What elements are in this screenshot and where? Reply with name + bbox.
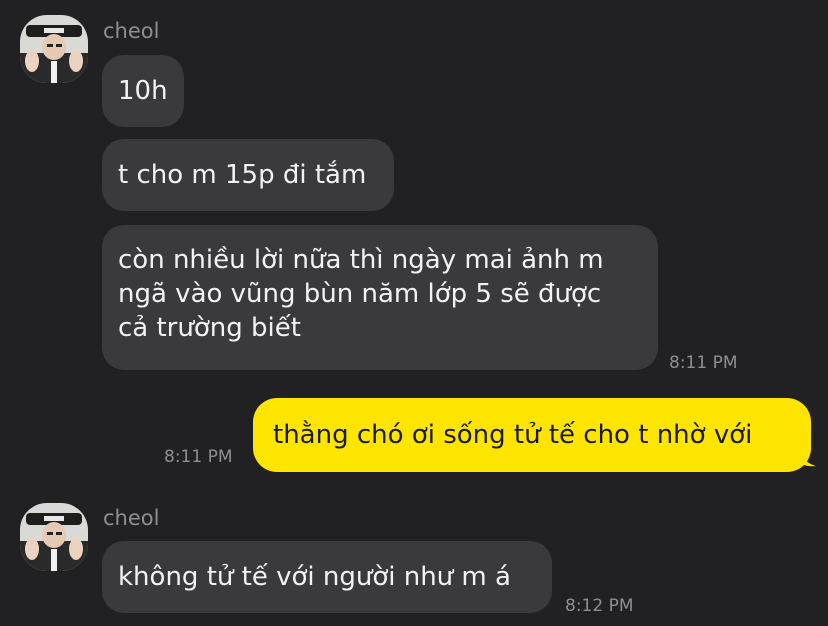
message-bubble[interactable]: còn nhiều lời nữa thì ngày mai ảnh m ngã… [102, 225, 658, 370]
message-text: không tử tế với người như m á [118, 562, 511, 592]
message-timestamp: 8:11 PM [164, 447, 233, 467]
bubble-tail-icon [799, 450, 816, 467]
message-bubble[interactable]: t cho m 15p đi tắm [102, 139, 394, 211]
message-text: t cho m 15p đi tắm [118, 160, 367, 190]
message-timestamp: 8:12 PM [565, 596, 634, 616]
chat-window: cheol 10h t cho m 15p đi tắm còn nhiều l… [0, 0, 828, 626]
message-bubble[interactable]: không tử tế với người như m á [102, 541, 552, 613]
outgoing-message-bubble[interactable]: thằng chó ơi sống tử tế cho t nhờ với [253, 398, 811, 472]
message-timestamp: 8:11 PM [669, 353, 738, 373]
message-bubble[interactable]: 10h [102, 55, 184, 127]
sender-avatar[interactable] [20, 15, 88, 83]
sender-avatar[interactable] [20, 503, 88, 571]
message-text-line: cả trường biết [118, 313, 301, 343]
message-text: 10h [118, 76, 168, 106]
sender-name: cheol [103, 19, 160, 43]
avatar-photo-icon [20, 15, 88, 83]
avatar-photo-icon [20, 503, 88, 571]
message-text-line: còn nhiều lời nữa thì ngày mai ảnh m [118, 245, 604, 275]
message-text: thằng chó ơi sống tử tế cho t nhờ với [273, 420, 753, 450]
message-text-line: ngã vào vũng bùn năm lớp 5 sẽ được [118, 279, 602, 309]
sender-name: cheol [103, 506, 160, 530]
